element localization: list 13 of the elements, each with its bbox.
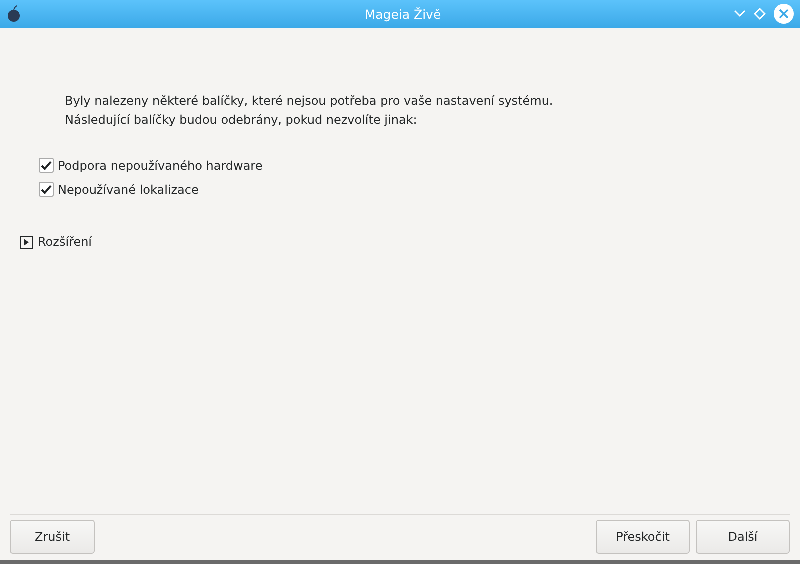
expander-label[interactable]: Rozšíření: [38, 235, 92, 249]
checkbox-label[interactable]: Podpora nepoužívaného hardware: [58, 158, 263, 172]
window-title: Mageia Živě: [364, 6, 442, 22]
next-button[interactable]: Další: [696, 520, 790, 554]
cancel-button[interactable]: Zrušit: [10, 520, 95, 554]
message-text: Následující balíčky budou odebrány, pokud nezvolíte jinak:: [65, 112, 418, 129]
checkbox[interactable]: [39, 158, 54, 173]
checkbox-label[interactable]: Nepoužívané lokalizace: [58, 182, 199, 196]
app-icon: [6, 5, 22, 23]
message-text: Byly nalezeny některé balíčky, které nejsou potřeba pro vaše nastavení systému.: [65, 93, 554, 110]
checkbox[interactable]: [39, 182, 54, 197]
close-icon[interactable]: [774, 4, 794, 24]
skip-button[interactable]: Přeskočit: [596, 520, 690, 554]
